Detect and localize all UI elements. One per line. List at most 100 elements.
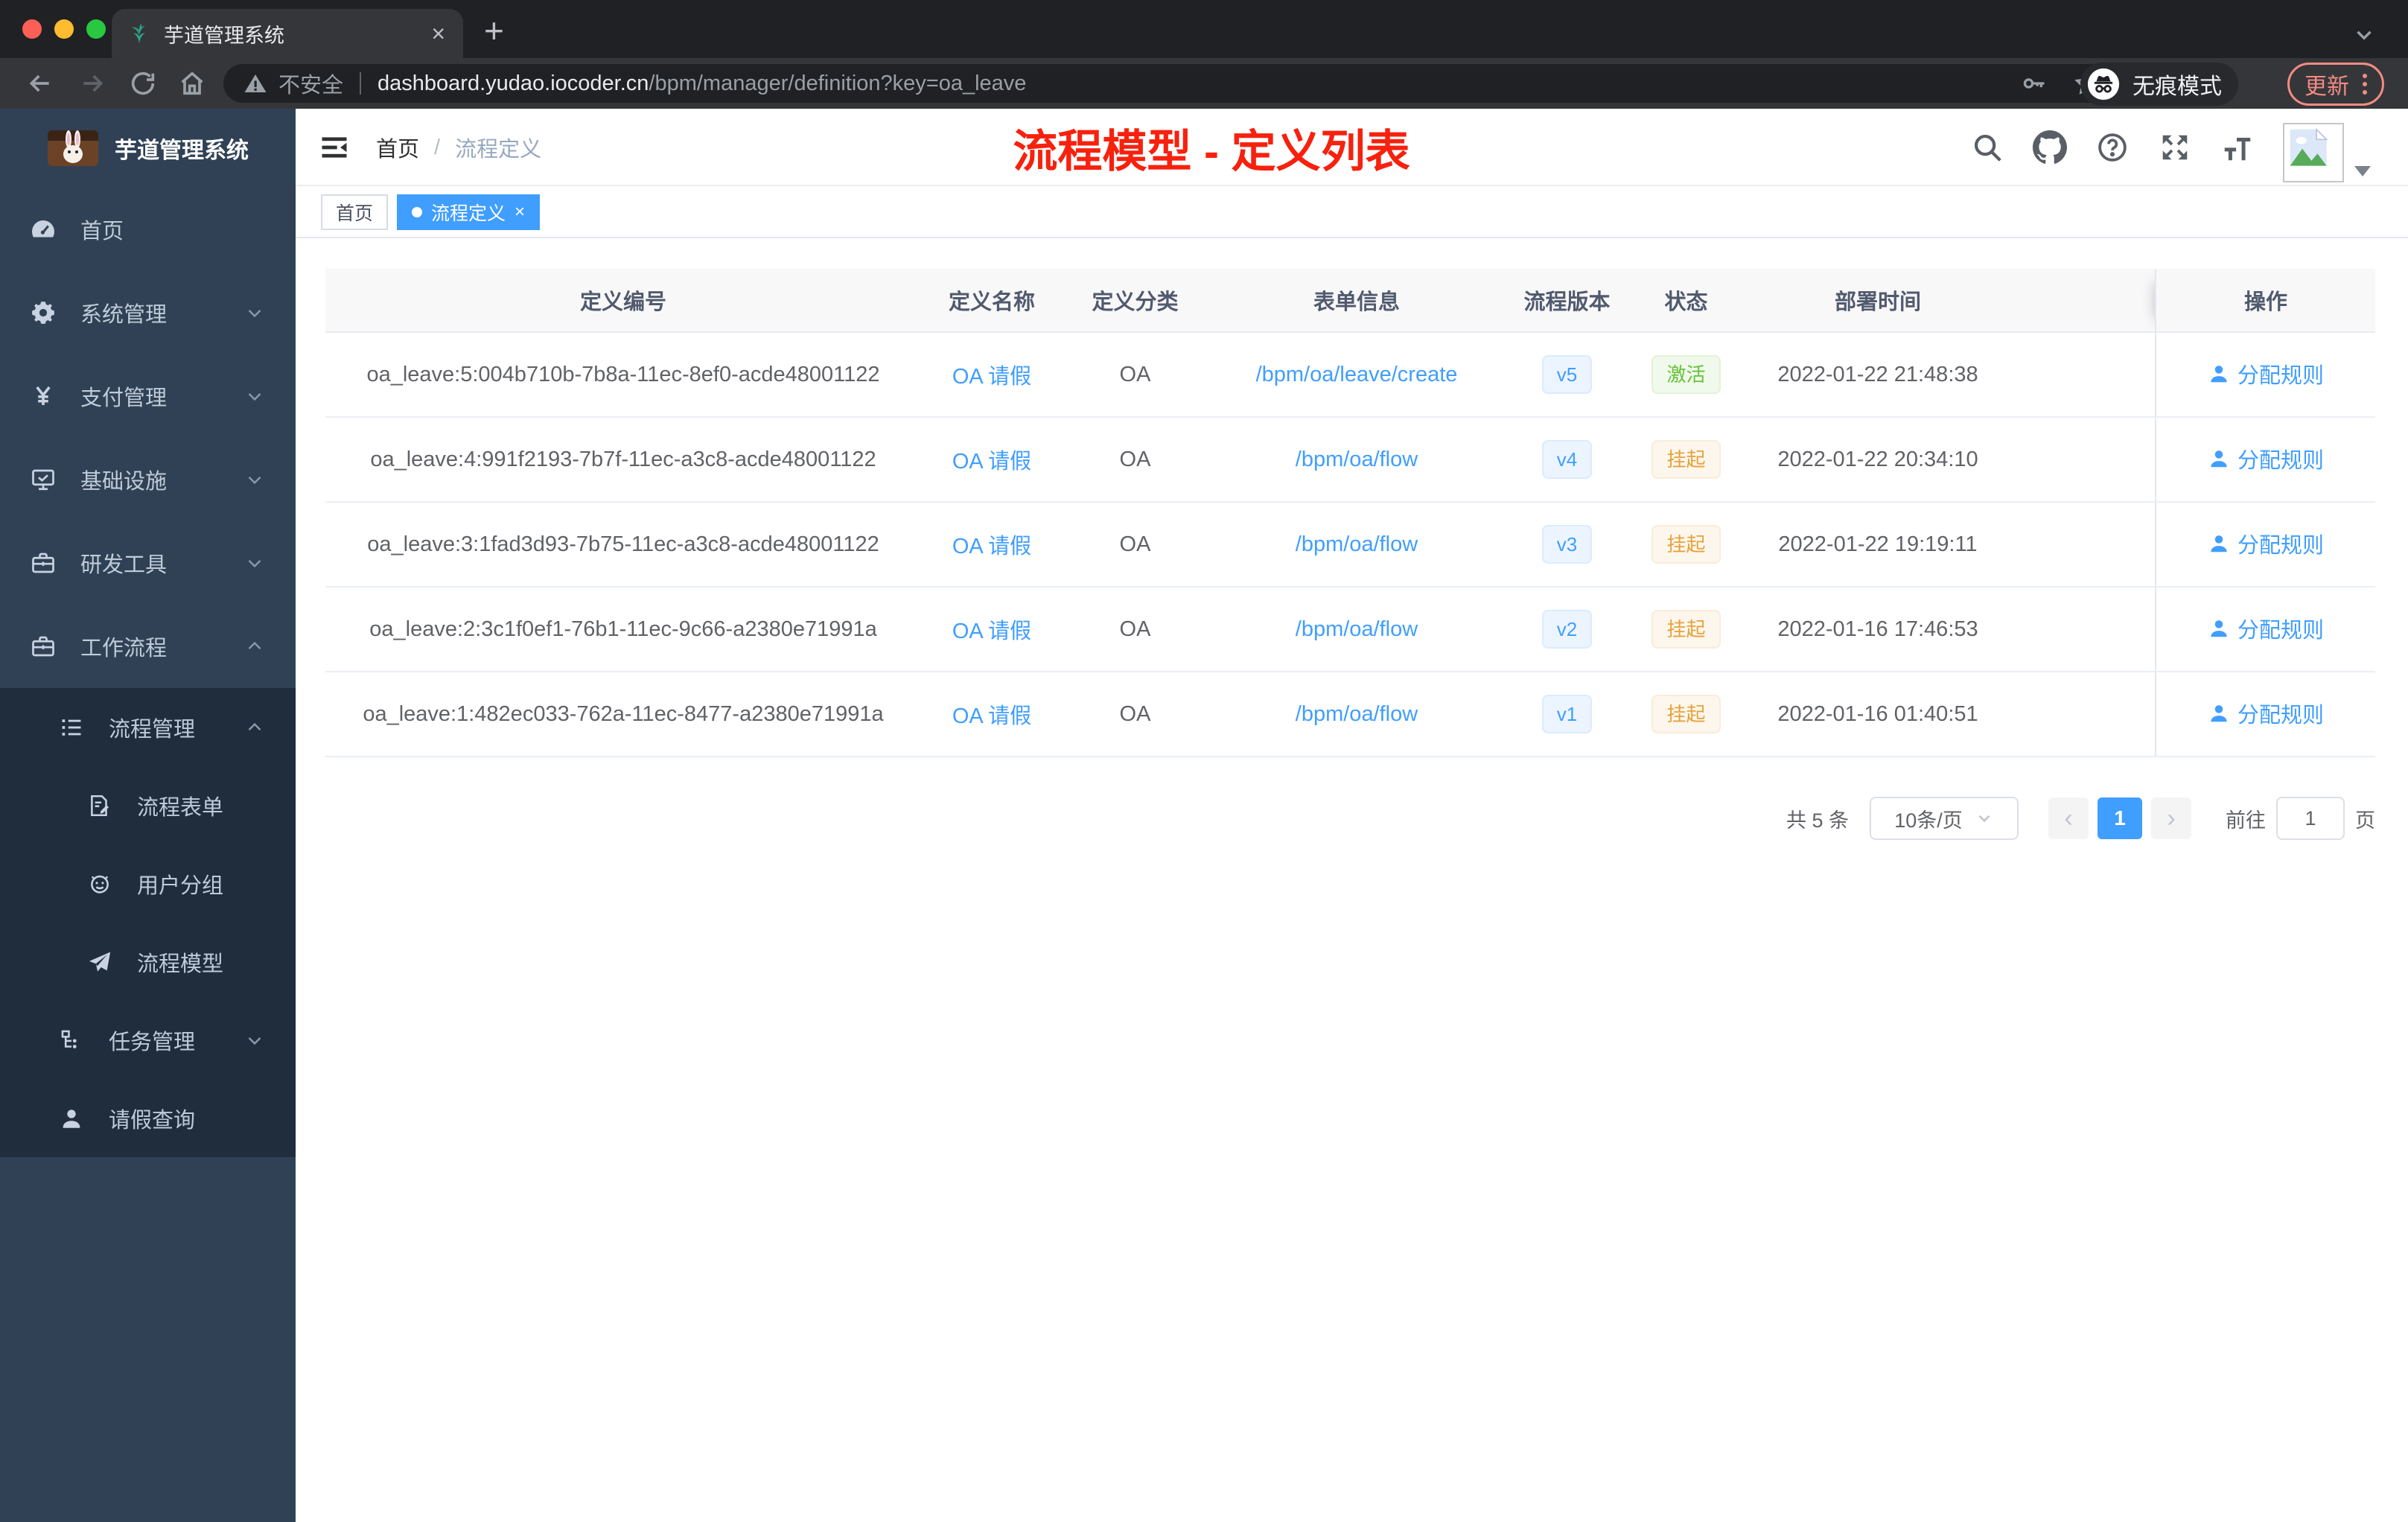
chevron-down-icon — [243, 302, 266, 324]
sidebar-item-工作流程[interactable]: 工作流程 — [0, 605, 296, 688]
definition-name-link[interactable]: OA 请假 — [952, 535, 1031, 558]
sidebar-item-用户分组[interactable]: 用户分组 — [0, 844, 296, 923]
cell-action[interactable]: 分配规则 — [2155, 587, 2375, 672]
avatar-broken-image[interactable] — [2283, 123, 2344, 182]
cell-action[interactable]: 分配规则 — [2155, 417, 2375, 503]
sidebar-item-系统管理[interactable]: 系统管理 — [0, 271, 296, 354]
form-link[interactable]: /bpm/oa/flow — [1296, 702, 1418, 726]
tab-search-chevron-icon[interactable] — [2351, 22, 2377, 48]
definition-name-link[interactable]: OA 请假 — [952, 704, 1031, 728]
cell-form-link[interactable]: /bpm/oa/leave/create — [1208, 332, 1506, 418]
minimize-window-button[interactable] — [54, 19, 74, 39]
tag-label: 流程定义 — [431, 203, 506, 224]
sidebar-item-首页[interactable]: 首页 — [0, 188, 296, 271]
close-window-button[interactable] — [22, 19, 42, 39]
update-label: 更新 — [2305, 74, 2349, 99]
pagination-total: 共 5 条 — [1786, 809, 1849, 832]
tag-首页[interactable]: 首页 — [321, 194, 389, 230]
security-label[interactable]: 不安全 — [278, 68, 343, 99]
cell-status: 激活 — [1628, 332, 1744, 418]
cell-definition-name[interactable]: OA 请假 — [921, 332, 1063, 418]
cell-definition-name[interactable]: OA 请假 — [921, 502, 1063, 588]
window-controls[interactable] — [22, 19, 106, 39]
navbar-actions — [1970, 109, 2371, 186]
tab-close-icon[interactable]: × — [428, 22, 448, 45]
sidebar-item-任务管理[interactable]: 任务管理 — [0, 1001, 296, 1079]
cell-deploy-time: 2022-01-16 17:46:53 — [1744, 587, 2012, 672]
tag-active-dot — [412, 207, 423, 217]
table-row: oa_leave:3:1fad3d93-7b75-11ec-a3c8-acde4… — [325, 502, 2375, 588]
github-icon[interactable] — [2033, 130, 2067, 165]
sidebar-menu: 首页 系统管理 支付管理 基础设施 研发工具 工作流程 流程管理 流程表单 用户分组 流程模型 任务… — [0, 188, 296, 1157]
sidebar-item-研发工具[interactable]: 研发工具 — [0, 521, 296, 605]
cell-form-link[interactable]: /bpm/oa/flow — [1208, 502, 1506, 588]
breadcrumb-home[interactable]: 首页 — [376, 132, 419, 163]
cell-form-link[interactable]: /bpm/oa/flow — [1208, 417, 1506, 503]
sidebar-item-流程模型[interactable]: 流程模型 — [0, 923, 296, 1001]
tag-close-icon[interactable]: × — [515, 202, 525, 223]
url-path: /bpm/manager/definition?key=oa_leave — [649, 71, 1027, 95]
maximize-window-button[interactable] — [86, 19, 106, 39]
send-icon — [85, 949, 115, 975]
cell-form-link[interactable]: /bpm/oa/flow — [1208, 672, 1506, 757]
form-link[interactable]: /bpm/oa/flow — [1296, 617, 1418, 641]
sidebar-item-流程表单[interactable]: 流程表单 — [0, 766, 296, 844]
not-secure-warning-icon[interactable] — [243, 71, 268, 96]
column-header-定义分类: 定义分类 — [1063, 269, 1208, 333]
cell-action[interactable]: 分配规则 — [2155, 502, 2375, 588]
form-link[interactable]: /bpm/oa/flow — [1296, 448, 1418, 471]
cell-category: OA — [1063, 672, 1208, 757]
font-size-icon[interactable] — [2220, 130, 2255, 165]
back-icon[interactable] — [25, 69, 55, 98]
reload-icon[interactable] — [128, 69, 158, 98]
tags-view: 首页 流程定义 × — [296, 188, 2408, 238]
help-icon[interactable] — [2095, 130, 2130, 165]
form-link[interactable]: /bpm/oa/flow — [1296, 532, 1418, 556]
cell-definition-name[interactable]: OA 请假 — [921, 587, 1063, 672]
app-frame: 芋道管理系统 首页 系统管理 支付管理 基础设施 研发工具 工作流程 流程管理 流程表单 用户分… — [0, 109, 2408, 1522]
assign-rule-button[interactable]: 分配规则 — [2208, 613, 2324, 644]
sidebar-item-基础设施[interactable]: 基础设施 — [0, 438, 296, 521]
prev-page-button[interactable]: ‹ — [2048, 797, 2089, 839]
assign-rule-button[interactable]: 分配规则 — [2208, 358, 2324, 389]
address-bar[interactable]: 不安全 dashboard.yudao.iocoder.cn/bpm/manag… — [223, 64, 2121, 103]
assign-rule-button[interactable]: 分配规则 — [2208, 698, 2324, 729]
definition-name-link[interactable]: OA 请假 — [952, 620, 1031, 643]
assign-rule-button[interactable]: 分配规则 — [2208, 443, 2324, 474]
sidebar-item-支付管理[interactable]: 支付管理 — [0, 354, 296, 438]
cell-action[interactable]: 分配规则 — [2155, 332, 2375, 418]
cell-definition-name[interactable]: OA 请假 — [921, 672, 1063, 757]
page-size-select[interactable]: 10条/页 — [1870, 797, 2019, 840]
page-content: 定义编号 定义名称 定义分类 表单信息 流程版本 状态 部署时间 操作 oa_leave:5:… — [296, 238, 2408, 1522]
avatar-caret-icon[interactable] — [2354, 166, 2371, 176]
form-link[interactable]: /bpm/oa/leave/create — [1256, 363, 1458, 386]
browser-menu-icon[interactable] — [2363, 74, 2367, 95]
user-avatar-dropdown[interactable] — [2283, 112, 2371, 182]
definition-name-link[interactable]: OA 请假 — [952, 450, 1031, 474]
next-page-button[interactable]: › — [2151, 797, 2191, 839]
sidebar-logo[interactable]: 芋道管理系统 — [0, 109, 296, 188]
definition-name-link[interactable]: OA 请假 — [952, 365, 1031, 389]
page-number-active[interactable]: 1 — [2098, 797, 2142, 839]
tag-流程定义[interactable]: 流程定义 × — [397, 194, 541, 230]
search-icon[interactable] — [1970, 130, 2004, 165]
cell-action[interactable]: 分配规则 — [2155, 672, 2375, 757]
app-title: 芋道管理系统 — [115, 138, 249, 163]
browser-tab[interactable]: 芋道管理系统 × — [112, 9, 463, 58]
cell-definition-name[interactable]: OA 请假 — [921, 417, 1063, 503]
forward-icon[interactable] — [77, 69, 107, 98]
sidebar-item-请假查询[interactable]: 请假查询 — [0, 1079, 296, 1157]
briefcase-icon — [28, 633, 58, 660]
home-icon[interactable] — [177, 69, 207, 98]
goto-page-input[interactable]: 1 — [2276, 797, 2345, 840]
fullscreen-icon[interactable] — [2158, 130, 2192, 165]
cell-form-link[interactable]: /bpm/oa/flow — [1208, 587, 1506, 672]
browser-update-button[interactable]: 更新 — [2287, 63, 2384, 106]
sidebar-item-流程管理[interactable]: 流程管理 — [0, 688, 296, 766]
sidebar-collapse-icon[interactable] — [318, 131, 351, 164]
password-key-icon[interactable] — [2021, 70, 2048, 97]
chevron-down-icon — [1975, 809, 1994, 828]
new-tab-button[interactable]: + — [484, 10, 504, 51]
assign-rule-button[interactable]: 分配规则 — [2208, 528, 2324, 559]
chevron-down-icon — [243, 1029, 266, 1051]
